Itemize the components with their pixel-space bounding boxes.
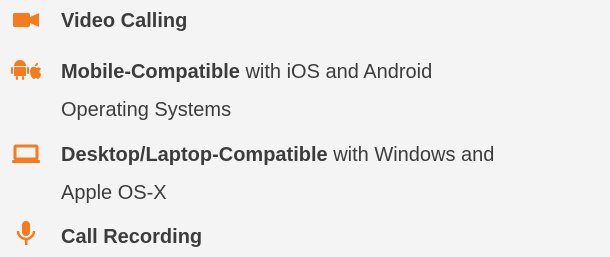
feature-description: with Windows and <box>327 144 495 166</box>
feature-text: Video Calling <box>61 2 606 40</box>
feature-title: Desktop/Laptop-Compatible <box>61 144 328 166</box>
feature-description-continued: Apple OS-X <box>61 182 167 204</box>
feature-text: Mobile-Compatible with iOS and Android O… <box>61 53 606 129</box>
feature-title: Call Recording <box>61 226 203 248</box>
feature-description: with iOS and Android <box>239 61 433 83</box>
laptop-icon <box>12 144 40 163</box>
feature-title: Mobile-Compatible <box>61 61 240 83</box>
feature-description-continued: Operating Systems <box>61 99 232 121</box>
android-apple-icon <box>11 60 41 80</box>
video-camera-icon <box>13 13 39 27</box>
feature-text: Desktop/Laptop-Compatible with Windows a… <box>61 136 606 212</box>
feature-list: Video Calling Mobile-Compatible with iOS… <box>0 0 610 257</box>
feature-title: Video Calling <box>61 10 188 32</box>
microphone-icon <box>16 221 36 245</box>
feature-text: Call Recording <box>61 218 606 256</box>
